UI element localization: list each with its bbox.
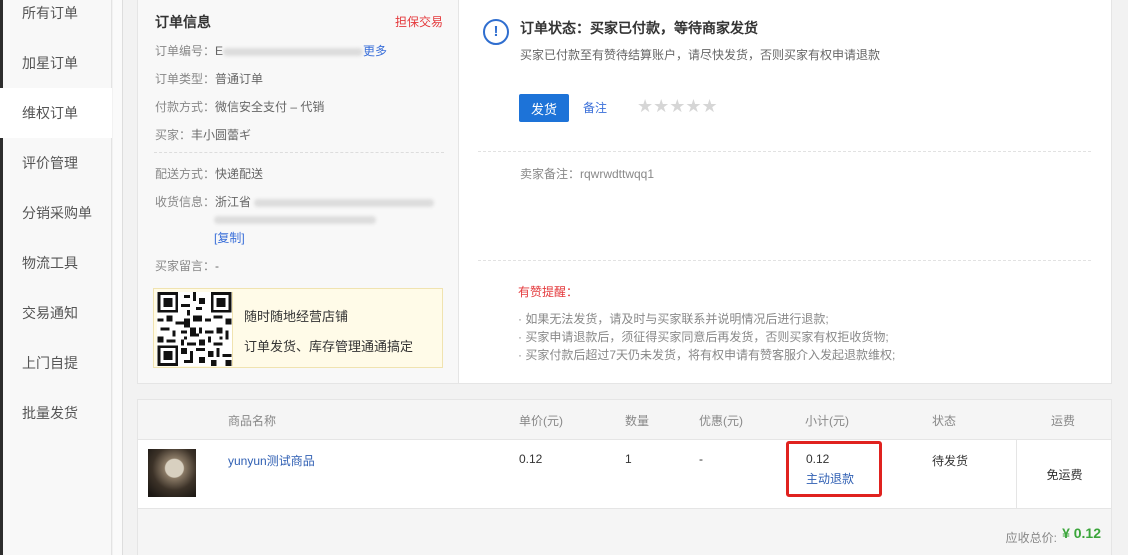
tip-item: · 买家付款后超过7天仍未发货，将有权申请有赞客服介入发起退款维权; [518,348,896,362]
divider [154,152,444,153]
highlight-box [786,441,882,497]
buyer-row: 买家：丰小圆蕾ギ [155,128,252,142]
order-type-row: 订单类型：普通订单 [155,72,264,86]
redacted-order-number [223,47,364,56]
divider [478,151,1091,152]
status-badge: 待发货 [932,454,969,468]
col-status: 状态 [932,414,957,428]
table-footer: 应收总价: ¥ 0.12 [138,508,1111,555]
tip-item: · 买家申请退款后，须征得买家同意后再发货，否则买家有权拒收货物; [518,330,889,344]
ship-button[interactable]: 发货 [519,94,569,122]
col-shipping: 运费 [1051,414,1076,428]
product-name-link[interactable]: yunyun测试商品 [228,452,315,469]
total-label: 应收总价: [1005,531,1057,545]
sidebar: 所有订单 加星订单 维权订单 评价管理 分销采购单 物流工具 交易通知 上门自提… [0,0,112,555]
buyer-name: 丰小圆蕾ギ [191,128,252,142]
col-subtotal: 小计(元) [805,414,849,428]
qr-code-icon [157,292,233,366]
product-table: 商品名称 单价(元) 数量 优惠(元) 小计(元) 状态 运费 yunyun测试… [137,399,1112,555]
note-link[interactable]: 备注 [583,99,607,116]
order-number-value: E [215,44,224,58]
order-status-title: 订单状态：买家已付款，等待商家发货 [520,20,758,36]
sidebar-item-reviews[interactable]: 评价管理 [0,138,112,188]
redacted-address [254,198,435,207]
promo-title: 随时随地经营店铺 [244,309,349,324]
promo-subtitle: 订单发货、库存管理通通搞定 [244,339,414,354]
scroll-gutter [113,0,123,555]
product-thumbnail[interactable] [148,449,196,497]
redacted-phone [214,215,376,224]
table-header: 商品名称 单价(元) 数量 优惠(元) 小计(元) 状态 运费 [138,400,1111,440]
order-info-panel: 订单信息 担保交易 订单编号：E 更多 订单类型：普通订单 付款方式：微信安全支付… [137,0,1112,384]
buyer-message-row: 买家留言：- [155,259,220,273]
star-rating[interactable]: ★★★★★ [637,96,718,117]
sidebar-item-starred-orders[interactable]: 加星订单 [0,38,112,88]
sidebar-item-notifications[interactable]: 交易通知 [0,288,112,338]
total-amount: ¥ 0.12 [1062,525,1101,541]
copy-address-link[interactable]: [复制] [214,229,245,246]
sidebar-item-logistics[interactable]: 物流工具 [0,238,112,288]
address-row-2 [214,212,376,226]
shipping-cell: 免运费 [1016,440,1111,508]
shipping-fee: 免运费 [1046,468,1083,482]
more-link[interactable]: 更多 [363,44,387,58]
divider [478,260,1091,261]
sidebar-item-pickup[interactable]: 上门自提 [0,338,112,388]
col-discount: 优惠(元) [699,414,743,428]
tips-title: 有赞提醒： [518,285,579,299]
col-product-name: 商品名称 [228,414,277,428]
sidebar-item-all-orders[interactable]: 所有订单 [0,0,112,38]
refund-link[interactable]: 主动退款 [806,470,854,487]
order-info-title: 订单信息 [155,14,211,30]
info-icon: ! [483,19,509,45]
payment-row: 付款方式：微信安全支付 – 代销 [155,100,325,114]
delivery-row: 配送方式：快递配送 [155,167,264,181]
unit-price: 0.12 [519,452,543,466]
address-row: 收货信息：浙江省 [155,193,435,210]
seller-note: 卖家备注：rqwrwdttwqq1 [520,167,655,181]
subtotal: 0.12 [806,452,830,466]
sidebar-item-batch-ship[interactable]: 批量发货 [0,388,112,438]
sidebar-item-rights-orders[interactable]: 维权订单 [0,88,112,138]
col-quantity: 数量 [625,414,650,428]
order-info-column: 订单信息 担保交易 订单编号：E 更多 订单类型：普通订单 付款方式：微信安全支付… [138,0,459,383]
quantity: 1 [625,452,632,466]
discount: - [699,452,703,466]
guarantee-badge: 担保交易 [394,15,443,29]
mobile-app-promo[interactable]: 随时随地经营店铺 订单发货、库存管理通通搞定 [153,288,443,368]
tip-item: · 如果无法发货，请及时与买家联系并说明情况后进行退款; [518,312,829,326]
col-unit-price: 单价(元) [519,414,563,428]
order-status-description: 买家已付款至有赞待结算账户，请尽快发货，否则买家有权申请退款 [520,48,881,62]
order-number-row: 订单编号：E 更多 [155,44,388,58]
sidebar-item-distribution[interactable]: 分销采购单 [0,188,112,238]
